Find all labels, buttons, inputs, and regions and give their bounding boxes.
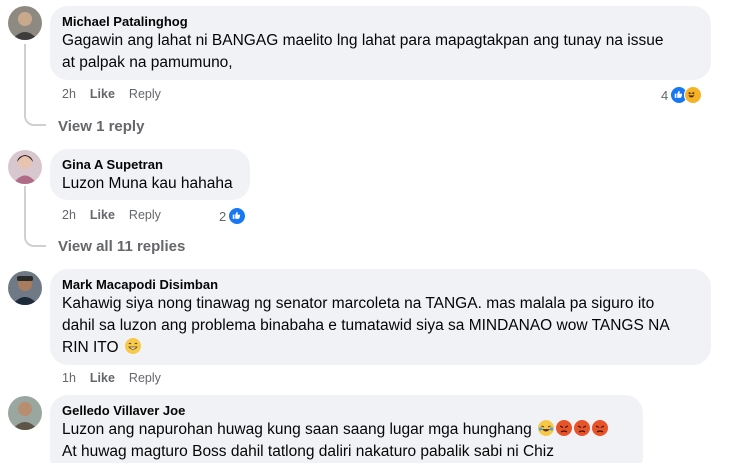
comment-bubble: Gina A Supetran Luzon Muna kau hahaha	[50, 149, 250, 200]
avatar[interactable]	[8, 271, 42, 305]
avatar[interactable]	[8, 6, 42, 40]
like-icon	[228, 207, 247, 225]
view-replies-link[interactable]: View all 11 replies	[58, 238, 185, 255]
like-button[interactable]: Like	[90, 208, 115, 222]
comment-author[interactable]: Gelledo Villaver Joe	[62, 402, 631, 419]
thread-connector	[24, 112, 46, 126]
thread-line	[24, 44, 26, 116]
reaction-count: 4	[661, 87, 669, 103]
reaction-summary[interactable]: 2	[219, 207, 247, 225]
reply-button[interactable]: Reply	[129, 208, 161, 222]
comment-author[interactable]: Mark Macapodi Disimban	[62, 276, 699, 293]
haha-icon	[684, 86, 703, 104]
comment-bubble: Gelledo Villaver Joe Luzon ang napurohan…	[50, 395, 643, 463]
comment-actions: 1h Like Reply	[62, 371, 175, 385]
like-button[interactable]: Like	[90, 371, 115, 385]
reply-button[interactable]: Reply	[129, 87, 161, 101]
thread-line	[24, 186, 26, 238]
view-replies-link[interactable]: View 1 reply	[58, 118, 144, 135]
thread-connector	[24, 233, 46, 247]
comment-text: Luzon Muna kau hahaha	[62, 175, 233, 192]
comment-text: Gagawin ang lahat ni BANGAG maelito lng …	[62, 32, 664, 49]
comment-timestamp[interactable]: 2h	[62, 87, 76, 101]
grinning-sweat-emoji	[124, 338, 141, 354]
comment-author[interactable]: Gina A Supetran	[62, 156, 238, 173]
comment-timestamp[interactable]: 2h	[62, 208, 76, 222]
comment-bubble: Mark Macapodi Disimban Kahawig siya nong…	[50, 269, 711, 365]
comment-text-line: Luzon ang napurohan huwag kung saan saan…	[62, 419, 631, 441]
angry-emoji	[592, 420, 608, 436]
comment-author[interactable]: Michael Patalinghog	[62, 13, 699, 30]
reaction-summary[interactable]: 4	[661, 86, 703, 104]
angry-emoji	[574, 420, 590, 436]
like-button[interactable]: Like	[90, 87, 115, 101]
angry-emoji	[556, 420, 572, 436]
comment-text: At huwag magturo Boss dahil tatlong dali…	[62, 443, 554, 460]
comment-text: RIN ITO	[62, 339, 119, 356]
comment-bubble: Michael Patalinghog Gagawin ang lahat ni…	[50, 6, 711, 80]
crying-laugh-emoji	[538, 420, 554, 436]
comment-actions: 2h Like Reply	[62, 208, 175, 222]
avatar[interactable]	[8, 150, 42, 184]
comment-text: at palpak na pamumuno,	[62, 54, 233, 71]
comment-text-line: RIN ITO	[62, 337, 699, 359]
reply-button[interactable]: Reply	[129, 371, 161, 385]
comment-text: Kahawig siya nong tinawag ng senator mar…	[62, 295, 655, 312]
comment-actions: 2h Like Reply	[62, 87, 175, 101]
comment-text: dahil sa luzon ang problema binabaha e t…	[62, 317, 670, 334]
avatar[interactable]	[8, 396, 42, 430]
comment-text: Luzon ang napurohan huwag kung saan saan…	[62, 421, 532, 438]
comment-timestamp[interactable]: 1h	[62, 371, 76, 385]
reaction-count: 2	[219, 208, 227, 224]
